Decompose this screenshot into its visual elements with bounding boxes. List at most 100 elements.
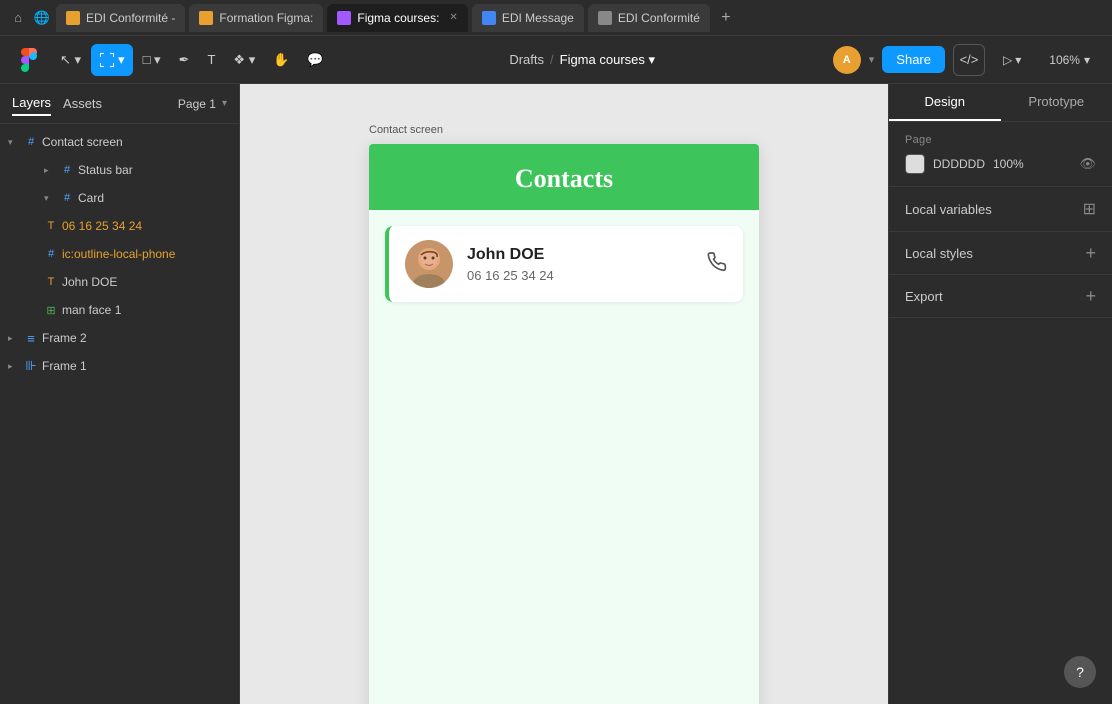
frame-tool-button[interactable]: ▾: [91, 44, 133, 76]
text-icon-2: T: [44, 276, 58, 288]
layers-sidebar: Layers Assets Page 1 ▾ ▾ # Contact scree…: [0, 84, 240, 704]
tab-label-1: EDI Conformité -: [86, 11, 175, 25]
tab-label-4: EDI Message: [502, 11, 574, 25]
export-label: Export: [905, 289, 943, 304]
phone-header: Contacts: [369, 144, 759, 210]
layer-tree: ▾ # Contact screen ▸ # Status bar ▾ # Ca…: [0, 124, 239, 704]
browser-tab-4[interactable]: EDI Message: [472, 4, 584, 32]
layer-card[interactable]: ▾ # Card: [0, 184, 239, 212]
text-icon: T: [44, 220, 58, 232]
browser-tab-3[interactable]: Figma courses: ✕: [327, 4, 467, 32]
move-tool-button[interactable]: ↖ ▾: [52, 44, 89, 76]
share-button[interactable]: Share: [882, 46, 945, 73]
frame-icon-2: #: [60, 164, 74, 176]
shape-tool-button[interactable]: □ ▾: [135, 44, 169, 76]
phone-frame: Contacts: [369, 144, 759, 704]
page-section-title: Page: [905, 134, 1096, 146]
layer-label-ic-phone: ic:outline-local-phone: [62, 247, 231, 261]
avatar-face-svg: [405, 240, 453, 288]
layer-expand-icon-4: ▸: [8, 333, 20, 344]
tab-favicon-3: [337, 11, 351, 25]
comment-tool-button[interactable]: 💬: [299, 44, 331, 76]
tab-layers[interactable]: Layers: [12, 91, 51, 116]
browser-tab-2[interactable]: Formation Figma:: [189, 4, 323, 32]
browser-home-icon[interactable]: ⌂: [8, 8, 28, 28]
breadcrumb-drafts[interactable]: Drafts: [509, 52, 544, 67]
hand-tool-button[interactable]: ✋: [265, 44, 297, 76]
layer-ic-phone[interactable]: # ic:outline-local-phone: [0, 240, 239, 268]
frame-label: Contact screen: [369, 124, 443, 136]
tab-design[interactable]: Design: [889, 84, 1001, 121]
local-variables-label: Local variables: [905, 202, 992, 217]
layer-label-phone: 06 16 25 34 24: [62, 219, 231, 233]
page-color-opacity: 100%: [993, 157, 1024, 171]
layer-label-frame-1: Frame 1: [42, 359, 231, 373]
new-tab-button[interactable]: +: [714, 6, 738, 30]
layer-frame-1[interactable]: ▸ ⊪ Frame 1: [0, 352, 239, 380]
tab-prototype[interactable]: Prototype: [1001, 84, 1112, 121]
contact-card: John DOE 06 16 25 34 24: [385, 226, 743, 302]
layer-phone-number[interactable]: T 06 16 25 34 24: [0, 212, 239, 240]
right-panel: Design Prototype Page DDDDDD 100% 👁 Loca…: [888, 84, 1112, 704]
contacts-title: Contacts: [385, 164, 743, 194]
call-icon[interactable]: [707, 252, 727, 277]
visibility-eye-icon[interactable]: 👁: [1079, 156, 1096, 172]
panel-tabs: Design Prototype: [889, 84, 1112, 122]
layer-contact-screen[interactable]: ▾ # Contact screen: [0, 128, 239, 156]
layer-expand-icon-5: ▸: [8, 361, 20, 372]
tab-assets[interactable]: Assets: [63, 92, 102, 115]
play-button[interactable]: ▷ ▾: [993, 47, 1031, 73]
layer-expand-icon-2: ▸: [44, 165, 56, 176]
browser-tab-1[interactable]: EDI Conformité -: [56, 4, 185, 32]
canvas-area[interactable]: Contact screen Contacts: [240, 84, 888, 704]
breadcrumb-project[interactable]: Figma courses ▾: [560, 52, 655, 68]
page-selector[interactable]: Page 1: [178, 97, 216, 111]
contact-name: John DOE: [467, 246, 693, 264]
zoom-dropdown-icon: ▾: [1084, 53, 1090, 67]
layer-frame-2[interactable]: ▸ ≡ Frame 2: [0, 324, 239, 352]
tab-close-icon[interactable]: ✕: [449, 12, 457, 23]
local-styles-add-button[interactable]: +: [1085, 244, 1096, 262]
figma-toolbar: ↖ ▾ ▾ □ ▾ ✒ T ❖ ▾ ✋ 💬 Drafts / Figma cou…: [0, 36, 1112, 84]
contact-phone: 06 16 25 34 24: [467, 268, 693, 283]
browser-tab-5[interactable]: EDI Conformité: [588, 4, 710, 32]
figma-logo[interactable]: [12, 44, 44, 76]
code-view-button[interactable]: </>: [953, 44, 985, 76]
pen-tool-button[interactable]: ✒: [171, 44, 198, 76]
tab-favicon-5: [598, 11, 612, 25]
avatar: A: [833, 46, 861, 74]
local-variables-settings-icon[interactable]: ⊞: [1083, 199, 1096, 219]
canvas-rest-area: [369, 318, 759, 518]
layer-john-doe-text[interactable]: T John DOE: [0, 268, 239, 296]
contact-avatar: [405, 240, 453, 288]
help-button[interactable]: ?: [1064, 656, 1096, 688]
layer-label-john-doe: John DOE: [62, 275, 231, 289]
frame-icon-3: #: [60, 192, 74, 204]
tab-favicon-2: [199, 11, 213, 25]
layer-expand-icon: ▾: [8, 137, 20, 148]
export-section: Export +: [889, 275, 1112, 318]
export-add-button[interactable]: +: [1085, 287, 1096, 305]
page-dropdown-icon[interactable]: ▾: [222, 98, 227, 109]
toolbar-title: Drafts / Figma courses ▾: [336, 52, 829, 68]
layer-label-frame-2: Frame 2: [42, 331, 231, 345]
avatar-dropdown-icon[interactable]: ▾: [869, 53, 875, 66]
layer-man-face[interactable]: ⊞ man face 1: [0, 296, 239, 324]
page-color-row: DDDDDD 100% 👁: [905, 154, 1096, 174]
play-dropdown-icon: ▾: [1015, 53, 1021, 67]
breadcrumb-separator: /: [550, 52, 554, 67]
browser-globe-icon[interactable]: 🌐: [32, 8, 52, 28]
layer-status-bar[interactable]: ▸ # Status bar: [0, 156, 239, 184]
zoom-control[interactable]: 106% ▾: [1039, 47, 1100, 73]
export-row: Export +: [905, 287, 1096, 305]
components-tool-button[interactable]: ❖ ▾: [225, 44, 263, 76]
layer-label-card: Card: [78, 191, 231, 205]
toolbar-right: A ▾ Share </> ▷ ▾ 106% ▾: [833, 44, 1100, 76]
page-color-swatch[interactable]: [905, 154, 925, 174]
layer-label-status-bar: Status bar: [78, 163, 231, 177]
tool-group-left: ↖ ▾ ▾ □ ▾ ✒ T ❖ ▾ ✋ 💬: [52, 44, 332, 76]
component-icon: #: [44, 248, 58, 260]
local-styles-label: Local styles: [905, 246, 973, 261]
local-styles-row: Local styles +: [905, 244, 1096, 262]
text-tool-button[interactable]: T: [199, 44, 223, 76]
